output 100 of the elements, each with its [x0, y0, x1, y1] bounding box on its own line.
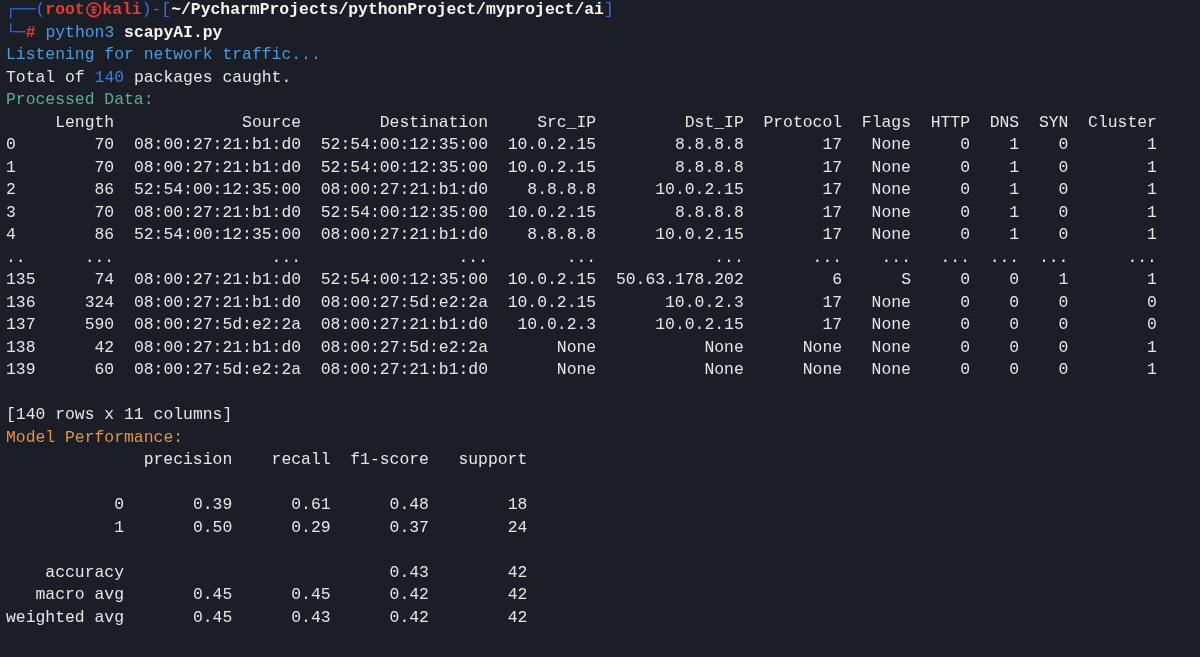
table-cell-text: 0: [1008, 359, 1020, 381]
table-cell-text: 1: [1146, 359, 1157, 381]
circled-symbol-icon: [85, 2, 102, 19]
command: python3: [45, 21, 115, 44]
table-cell-text: 324: [83, 291, 115, 314]
table-cell-text: 70: [93, 156, 115, 179]
table-cell-text: None: [870, 336, 911, 359]
metric-label: accuracy: [44, 561, 125, 584]
table-cell-text: ...: [1126, 246, 1157, 269]
table-cell-text: 8.8.8.8: [673, 134, 744, 156]
table-cell-text: 42: [506, 584, 528, 606]
table-cell: 52:54:00:12:35:00: [320, 201, 488, 224]
table-cell-text: None: [555, 336, 597, 359]
row-index: 1: [6, 156, 17, 179]
table-cell-text: 10.0.2.15: [507, 269, 597, 291]
table-cell-text: 0: [1057, 156, 1069, 179]
table-cell-text: 0: [959, 359, 970, 381]
table-cell-text: 1: [1008, 201, 1020, 224]
table-cell-text: 0.43: [290, 606, 331, 629]
table-cell-text: 50.63.178.202: [615, 269, 744, 291]
prompt-frame: )-[: [141, 0, 172, 22]
table-cell-text: None: [555, 359, 597, 381]
table-cell-text: ...: [939, 246, 970, 269]
table-cell-text: 1: [1057, 269, 1069, 291]
table-cell-text: 0: [1057, 336, 1069, 359]
column-header: Length: [55, 111, 115, 134]
table-cell-text: 0: [959, 156, 970, 179]
table-cell-text: 1: [1008, 156, 1020, 179]
table-cell-text: 08:00:27:21:b1:d0: [320, 224, 488, 246]
table-summary: [140 rows x 11 columns]: [6, 404, 233, 426]
column-header: recall: [270, 449, 331, 471]
table-cell-text: 08:00:27:21:b1:d0: [320, 314, 488, 336]
table-cell-text: 08:00:27:21:b1:d0: [133, 269, 302, 291]
table-cell-text: 6: [831, 269, 843, 291]
table-cell-text: 10.0.2.3: [664, 291, 744, 314]
table-cell-text: 1: [1146, 156, 1157, 179]
table-cell-text: 52:54:00:12:35:00: [133, 179, 302, 201]
table-cell-text: 0: [959, 291, 970, 314]
table-cell-text: None: [870, 179, 911, 201]
column-header: Cluster: [1088, 111, 1157, 134]
column-header: Src_IP: [536, 111, 597, 134]
metric-label: weighted avg: [6, 606, 125, 629]
prompt-path: ~/PycharmProjects/pythonProject/myproject/ai: [171, 0, 604, 21]
table-cell-text: 0: [1146, 314, 1157, 336]
table-cell-text: 08:00:27:21:b1:d0: [320, 179, 488, 201]
table-cell-text: 0.45: [290, 584, 331, 606]
class-label: 1: [113, 516, 125, 539]
table-cell-text: 0.45: [191, 606, 233, 629]
table-cell-text: 17: [821, 291, 843, 314]
table-cell-text: 0.50: [191, 516, 233, 539]
table-cell: 08:00:27:5d:e2:2a: [320, 336, 488, 359]
table-cell-text: 0: [1008, 314, 1020, 336]
row-index: 136: [6, 291, 36, 314]
table-cell-text: 1: [1008, 179, 1020, 201]
column-header: HTTP: [930, 111, 970, 134]
prompt-frame: ]: [603, 0, 614, 22]
table-cell: ...: [1038, 246, 1069, 269]
status-message: Listening for network traffic...: [6, 44, 321, 66]
table-cell-text: 0: [1057, 224, 1069, 246]
table-cell-text: ...: [880, 246, 911, 269]
table-cell: 08:00:27:21:b1:d0: [133, 201, 302, 224]
column-header: Protocol: [763, 111, 843, 134]
table-cell-text: 0.48: [388, 494, 429, 516]
prompt-symbol: #: [25, 21, 36, 44]
table-cell-text: 17: [821, 156, 843, 179]
table-cell-text: 0: [959, 314, 970, 336]
prompt-frame: ┌──(: [6, 0, 46, 22]
table-cell-text: ...: [811, 246, 843, 269]
table-cell-text: 0: [959, 269, 970, 291]
table-cell: 08:00:27:21:b1:d0: [133, 156, 302, 179]
table-cell-text: 17: [821, 179, 843, 201]
table-cell-text: 17: [821, 314, 843, 336]
table-cell-text: 10.0.2.3: [516, 314, 597, 336]
table-cell-text: None: [870, 156, 911, 179]
table-cell-text: 52:54:00:12:35:00: [133, 224, 302, 246]
row-index: 137: [6, 314, 36, 336]
table-cell: 10.0.2.15: [507, 291, 597, 314]
table-cell-text: 0: [959, 201, 970, 224]
table-cell-text: 42: [506, 561, 528, 584]
table-cell-text: 86: [93, 179, 115, 201]
column-header: Destination: [378, 111, 488, 134]
table-cell-text: 08:00:27:5d:e2:2a: [133, 359, 302, 381]
table-cell-text: 590: [83, 314, 115, 336]
table-cell: 52:54:00:12:35:00: [320, 156, 488, 179]
prompt-host: kali: [102, 0, 142, 21]
table-cell-text: 0: [1057, 179, 1069, 201]
table-cell-text: None: [703, 336, 744, 359]
table-cell-text: None: [870, 314, 911, 336]
table-cell-text: 0.45: [191, 584, 233, 606]
table-cell-text: 0: [1057, 314, 1069, 336]
table-cell-text: 42: [93, 336, 115, 359]
command-argument: scapyAI.py: [124, 21, 223, 44]
table-cell-text: 08:00:27:21:b1:d0: [320, 359, 488, 381]
table-cell: 08:00:27:21:b1:d0: [133, 336, 302, 359]
table-cell-text: ...: [83, 246, 115, 269]
metric-label: macro avg: [34, 584, 125, 606]
column-header: precision: [142, 449, 233, 471]
output-text: Total of: [6, 66, 85, 89]
table-cell-text: 17: [821, 134, 843, 156]
table-cell-text: 0.39: [191, 494, 233, 516]
